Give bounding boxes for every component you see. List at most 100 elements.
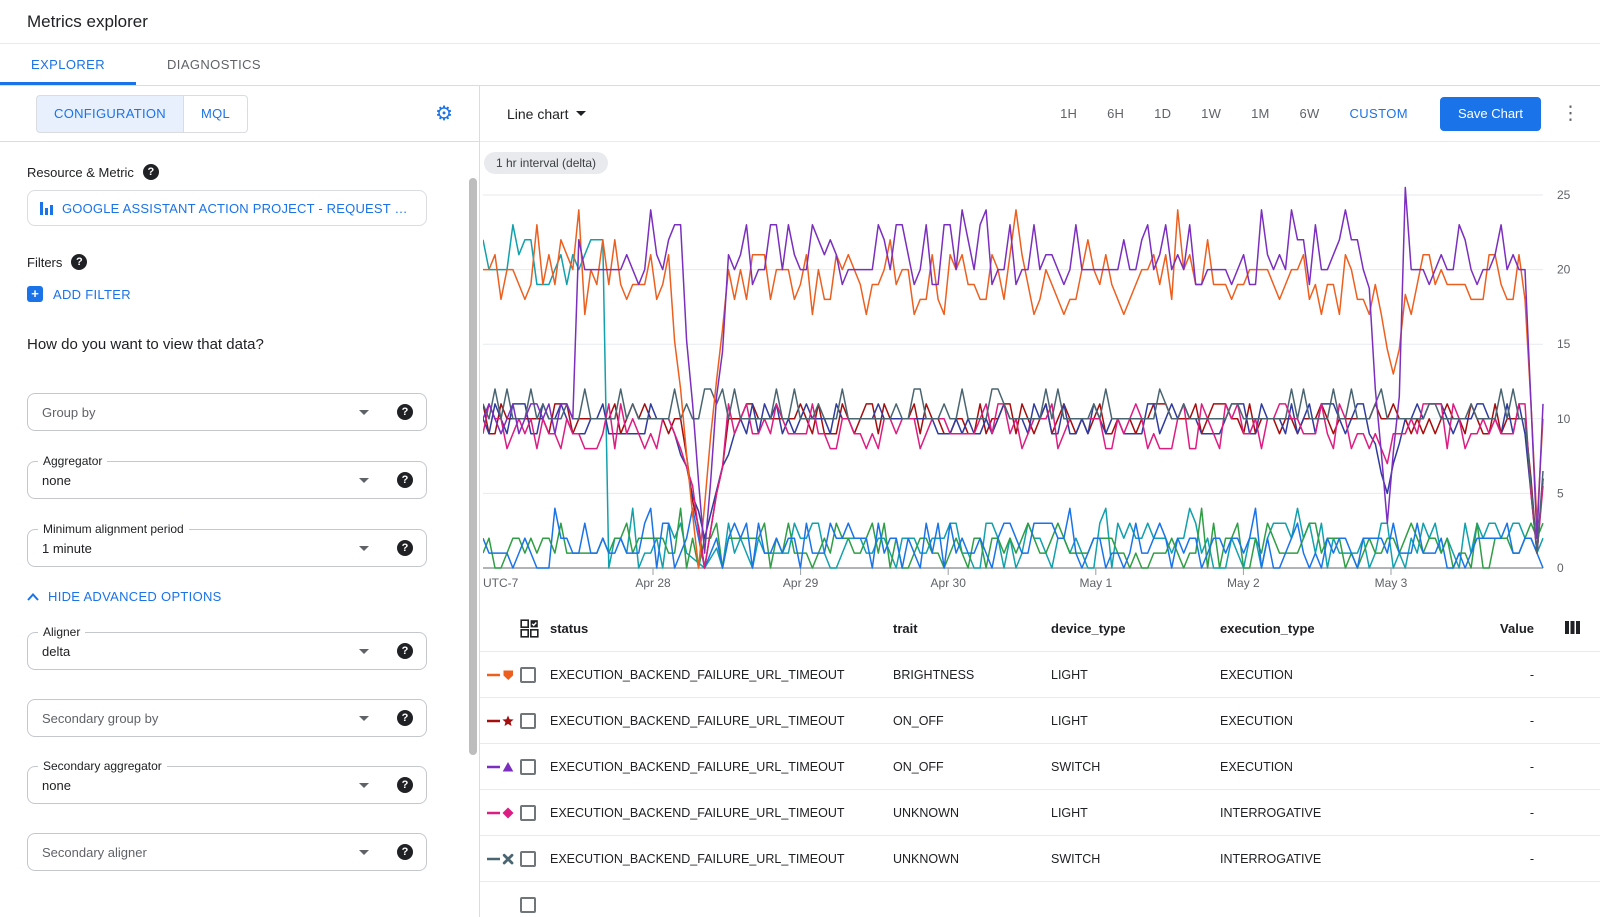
row-checkbox[interactable]	[520, 667, 536, 683]
cell-device-type: LIGHT	[1051, 668, 1220, 682]
help-icon[interactable]: ?	[397, 404, 413, 420]
field-value: Group by	[42, 405, 95, 420]
help-icon[interactable]: ?	[397, 540, 413, 556]
x-marker-icon	[487, 853, 515, 865]
diamond-marker-icon	[487, 807, 515, 819]
select-field-minimum-alignment-period[interactable]: Minimum alignment period1 minute?	[27, 529, 427, 567]
left-panel-scrollbar[interactable]	[469, 178, 477, 755]
svg-text:Apr 29: Apr 29	[783, 576, 819, 590]
column-header-status[interactable]: status	[550, 621, 893, 636]
select-field-aligner[interactable]: Alignerdelta?	[27, 632, 427, 670]
cell-trait: ON_OFF	[893, 714, 1051, 728]
column-header-trait[interactable]: trait	[893, 621, 1051, 636]
help-icon[interactable]: ?	[397, 643, 413, 659]
table-row-partial[interactable]	[480, 882, 1600, 917]
cell-device-type: SWITCH	[1051, 760, 1220, 774]
chevron-down-icon	[359, 850, 369, 855]
svg-text:Apr 28: Apr 28	[635, 576, 671, 590]
column-header-device-type[interactable]: device_type	[1051, 621, 1220, 636]
line-chart[interactable]: 0510152025Apr 28Apr 29Apr 30May 1May 2Ma…	[483, 183, 1600, 605]
column-header-execution-type[interactable]: execution_type	[1220, 621, 1445, 636]
tab-bar: EXPLORER DIAGNOSTICS	[0, 44, 1600, 86]
table-row[interactable]: EXECUTION_BACKEND_FAILURE_URL_TIMEOUTON_…	[480, 698, 1600, 744]
save-chart-button[interactable]: Save Chart	[1440, 97, 1541, 131]
mql-tab[interactable]: MQL	[183, 95, 248, 133]
help-icon[interactable]: ?	[143, 164, 159, 180]
hide-advanced-options[interactable]: HIDE ADVANCED OPTIONS	[27, 589, 222, 604]
triangle-marker-icon	[487, 761, 515, 773]
configuration-tab[interactable]: CONFIGURATION	[36, 95, 183, 133]
metric-chip-label: GOOGLE ASSISTANT ACTION PROJECT - REQUES…	[62, 201, 414, 216]
select-field-secondary-group-by[interactable]: Secondary group by?	[27, 699, 427, 737]
chevron-down-icon	[359, 410, 369, 415]
row-checkbox[interactable]	[520, 713, 536, 729]
svg-text:May 3: May 3	[1375, 576, 1408, 590]
cell-execution-type: INTERROGATIVE	[1220, 852, 1445, 866]
cell-status: EXECUTION_BACKEND_FAILURE_URL_TIMEOUT	[550, 668, 893, 682]
help-icon[interactable]: ?	[397, 844, 413, 860]
cell-execution-type: EXECUTION	[1220, 714, 1445, 728]
advanced-fields: Alignerdelta? Secondary group by? Secondar…	[27, 632, 452, 871]
help-icon[interactable]: ?	[397, 472, 413, 488]
column-header-value[interactable]: Value	[1445, 621, 1544, 636]
cell-execution-type: EXECUTION	[1220, 760, 1445, 774]
row-checkbox[interactable]	[520, 851, 536, 867]
time-range-group: 1H 6H 1D 1W 1M 6W CUSTOM	[1030, 106, 1408, 121]
cell-trait: UNKNOWN	[893, 852, 1051, 866]
star-marker-icon	[487, 715, 515, 727]
cell-trait: UNKNOWN	[893, 806, 1051, 820]
column-chooser-icon[interactable]	[1564, 619, 1581, 639]
help-icon[interactable]: ?	[397, 710, 413, 726]
cell-status: EXECUTION_BACKEND_FAILURE_URL_TIMEOUT	[550, 760, 893, 774]
select-field-secondary-aggregator[interactable]: Secondary aggregatornone?	[27, 766, 427, 804]
help-icon[interactable]: ?	[397, 777, 413, 793]
tab-diagnostics[interactable]: DIAGNOSTICS	[136, 44, 292, 85]
select-all-icon[interactable]	[520, 619, 539, 638]
time-range-1h[interactable]: 1H	[1060, 106, 1077, 121]
table-row[interactable]: EXECUTION_BACKEND_FAILURE_URL_TIMEOUTON_…	[480, 744, 1600, 790]
chart-type-dropdown[interactable]: Line chart	[507, 106, 586, 122]
chart-panel: Line chart 1H 6H 1D 1W 1M 6W CUSTOM Save…	[480, 86, 1600, 917]
chevron-down-icon	[359, 478, 369, 483]
interval-chip[interactable]: 1 hr interval (delta)	[484, 152, 608, 174]
svg-text:May 1: May 1	[1079, 576, 1112, 590]
select-field-secondary-aligner[interactable]: Secondary aligner?	[27, 833, 427, 871]
select-field-group-by[interactable]: Group by?	[27, 393, 427, 431]
time-range-custom[interactable]: CUSTOM	[1349, 106, 1408, 121]
time-range-1d[interactable]: 1D	[1154, 106, 1171, 121]
left-content: Resource & Metric ? GOOGLE ASSISTANT ACT…	[0, 142, 479, 917]
chevron-down-icon	[576, 111, 586, 116]
plus-icon: +	[27, 286, 43, 302]
more-options-icon[interactable]: ⋮	[1561, 104, 1580, 123]
table-row[interactable]: EXECUTION_BACKEND_FAILURE_URL_TIMEOUTUNK…	[480, 836, 1600, 882]
row-checkbox[interactable]	[520, 759, 536, 775]
resource-metric-section: Resource & Metric ?	[27, 164, 452, 180]
metric-chip[interactable]: GOOGLE ASSISTANT ACTION PROJECT - REQUES…	[27, 190, 427, 226]
filters-label: Filters	[27, 255, 62, 270]
cell-trait: BRIGHTNESS	[893, 668, 1051, 682]
table-row[interactable]: EXECUTION_BACKEND_FAILURE_URL_TIMEOUTUNK…	[480, 790, 1600, 836]
pentagon-marker-icon	[487, 669, 515, 681]
chevron-down-icon	[359, 546, 369, 551]
settings-gear-icon[interactable]: ⚙	[435, 104, 453, 124]
add-filter-button[interactable]: + ADD FILTER	[27, 286, 131, 302]
add-filter-label: ADD FILTER	[53, 287, 131, 302]
time-range-1w[interactable]: 1W	[1201, 106, 1221, 121]
svg-text:UTC-7: UTC-7	[483, 576, 519, 590]
advanced-toggle-label: HIDE ADVANCED OPTIONS	[48, 589, 222, 604]
cell-value: -	[1445, 806, 1544, 820]
select-field-aggregator[interactable]: Aggregatornone?	[27, 461, 427, 499]
resource-metric-label: Resource & Metric	[27, 165, 134, 180]
svg-text:10: 10	[1557, 412, 1571, 426]
time-range-1m[interactable]: 1M	[1251, 106, 1269, 121]
help-icon[interactable]: ?	[71, 254, 87, 270]
row-checkbox[interactable]	[520, 805, 536, 821]
time-range-6w[interactable]: 6W	[1300, 106, 1320, 121]
time-range-6h[interactable]: 6H	[1107, 106, 1124, 121]
row-checkbox[interactable]	[520, 897, 536, 913]
chevron-down-icon	[359, 783, 369, 788]
field-label: Aggregator	[38, 454, 107, 468]
table-row[interactable]: EXECUTION_BACKEND_FAILURE_URL_TIMEOUTBRI…	[480, 652, 1600, 698]
tab-explorer[interactable]: EXPLORER	[0, 44, 136, 85]
cell-value: -	[1445, 852, 1544, 866]
